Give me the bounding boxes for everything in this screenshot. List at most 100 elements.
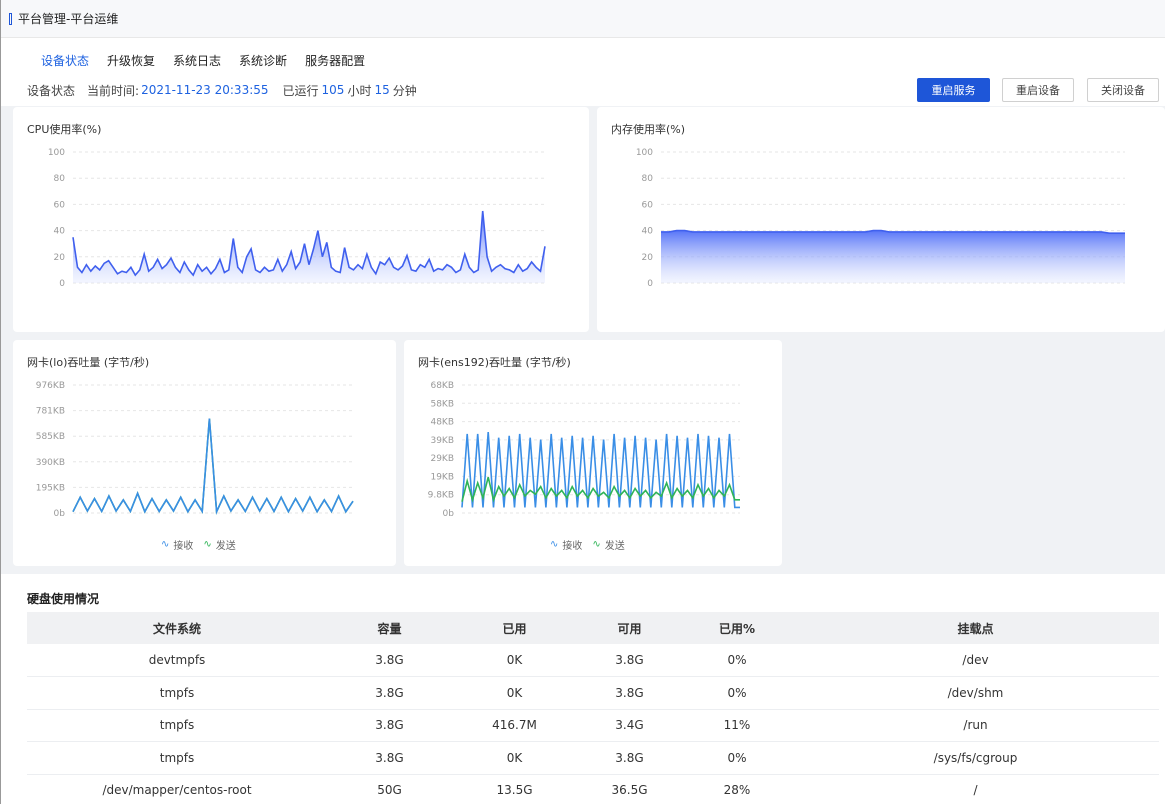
- col-used-percent: 已用%: [682, 612, 792, 644]
- col-used: 已用: [452, 612, 577, 644]
- wave-icon: ∿: [592, 539, 601, 550]
- cell-capacity: 50G: [327, 774, 452, 804]
- uptime-minutes: 15: [374, 83, 390, 97]
- table-row: /dev/mapper/centos-root 50G 13.5G 36.5G …: [27, 774, 1159, 804]
- cell-filesystem: tmpfs: [27, 741, 327, 775]
- wave-icon: ∿: [161, 539, 170, 550]
- memory-ytick-label: 0: [647, 279, 653, 289]
- status-label: 设备状态: [27, 83, 76, 98]
- current-time-label: 当前时间:: [87, 83, 140, 98]
- wave-icon: ∿: [550, 539, 559, 550]
- cell-filesystem: /dev/mapper/centos-root: [27, 774, 327, 804]
- lo-throughput-chart: 976KB 781KB 585KB 390KB 195KB 0b: [36, 381, 354, 519]
- cell-mount-point: /sys/fs/cgroup: [792, 741, 1159, 775]
- memory-area: [661, 230, 1125, 283]
- cell-filesystem: devtmpfs: [27, 644, 327, 677]
- cell-used: 416.7M: [452, 709, 577, 742]
- table-row: tmpfs 3.8G 0K 3.8G 0% /dev/shm: [27, 676, 1159, 710]
- memory-ytick-label: 100: [636, 148, 653, 158]
- ens192-throughput-panel: 网卡(ens192)吞吐量 (字节/秒) 68KB 58KB 48KB 39KB 29K…: [404, 340, 782, 566]
- cell-capacity: 3.8G: [327, 676, 452, 710]
- disk-usage-panel: 硬盘使用情况 文件系统 容量 已用 可用 已用% 挂载点 devtmpfs 3.…: [1, 574, 1165, 804]
- cell-filesystem: tmpfs: [27, 709, 327, 742]
- cell-available: 3.4G: [577, 709, 682, 742]
- disk-usage-table: 文件系统 容量 已用 可用 已用% 挂载点 devtmpfs 3.8G 0K 3…: [27, 612, 1159, 804]
- ens192-ytick-label: 0b: [443, 509, 455, 519]
- cell-used: 13.5G: [452, 774, 577, 804]
- cpu-ytick-label: 40: [54, 227, 66, 237]
- lo-series-line: [72, 418, 354, 515]
- page-titlebar: 平台管理-平台运维: [1, 0, 1165, 38]
- table-row: tmpfs 3.8G 0K 3.8G 0% /sys/fs/cgroup: [27, 741, 1159, 775]
- cpu-ytick-label: 60: [54, 200, 66, 210]
- cell-mount-point: /: [792, 774, 1159, 804]
- cpu-ytick-label: 80: [54, 174, 66, 184]
- cell-available: 36.5G: [577, 774, 682, 804]
- cell-used-percent: 11%: [682, 709, 792, 742]
- cell-used: 0K: [452, 644, 577, 677]
- table-row: tmpfs 3.8G 416.7M 3.4G 11% /run: [27, 709, 1159, 742]
- current-time-value: 2021-11-23 20:33:55: [141, 83, 269, 97]
- col-filesystem: 文件系统: [27, 612, 327, 644]
- lo-ytick-label: 976KB: [36, 381, 65, 391]
- lo-ytick-label: 390KB: [36, 458, 65, 468]
- lo-legend: ∿ 接收 ∿ 发送: [161, 537, 236, 552]
- ens192-ytick-label: 19KB: [430, 472, 454, 482]
- cell-available: 3.8G: [577, 741, 682, 775]
- ens192-ytick-label: 68KB: [430, 381, 454, 391]
- lo-legend-send[interactable]: ∿ 发送: [203, 537, 235, 552]
- cell-available: 3.8G: [577, 676, 682, 710]
- lo-ytick-label: 195KB: [36, 483, 65, 493]
- cell-used: 0K: [452, 741, 577, 775]
- col-mount-point: 挂载点: [792, 612, 1159, 644]
- ens192-ytick-label: 9.8KB: [428, 491, 454, 501]
- cell-mount-point: /run: [792, 709, 1159, 742]
- ens192-ytick-label: 58KB: [430, 399, 454, 409]
- tabs-bar: 设备状态 升级恢复 系统日志 系统诊断 服务器配置: [1, 38, 1165, 77]
- disk-usage-title: 硬盘使用情况: [27, 592, 100, 606]
- ens192-ytick-label: 48KB: [430, 418, 454, 428]
- memory-chart-panel: 内存使用率(%) 100 80 60 40 20 0: [597, 107, 1165, 332]
- title-mark-icon: [9, 12, 12, 25]
- cpu-chart: 100 80 60 40 20 0: [48, 148, 546, 289]
- cell-used: 0K: [452, 676, 577, 710]
- status-bar: 设备状态 当前时间: 2021-11-23 20:33:55 已运行 105 小…: [1, 74, 1165, 106]
- uptime-hours: 105: [321, 83, 345, 97]
- lo-ytick-label: 585KB: [36, 432, 65, 442]
- ens192-ytick-label: 39KB: [430, 436, 454, 446]
- lo-legend-recv[interactable]: ∿ 接收: [161, 537, 193, 552]
- cpu-ytick-label: 20: [54, 253, 66, 263]
- cell-used-percent: 0%: [682, 741, 792, 775]
- lo-ytick-label: 781KB: [36, 407, 65, 417]
- memory-ytick-label: 20: [642, 253, 654, 263]
- table-row: devtmpfs 3.8G 0K 3.8G 0% /dev: [27, 644, 1159, 677]
- restart-service-button[interactable]: 重启服务: [917, 78, 990, 102]
- col-available: 可用: [577, 612, 682, 644]
- ens192-legend-recv[interactable]: ∿ 接收: [550, 537, 582, 552]
- col-capacity: 容量: [327, 612, 452, 644]
- lo-throughput-panel: 网卡(lo)吞吐量 (字节/秒) 976KB 781KB 585KB 390KB 195…: [13, 340, 396, 566]
- memory-chart: 100 80 60 40 20 0: [636, 148, 1125, 289]
- cpu-ytick-label: 100: [48, 148, 65, 158]
- memory-ytick-label: 80: [642, 174, 654, 184]
- shutdown-device-button[interactable]: 关闭设备: [1087, 78, 1159, 102]
- ens192-legend-send[interactable]: ∿ 发送: [592, 537, 624, 552]
- page-title: 平台管理-平台运维: [18, 12, 119, 26]
- cell-available: 3.8G: [577, 644, 682, 677]
- cpu-chart-panel: CPU使用率(%) 100 80 60 40 20 0: [13, 107, 589, 332]
- cell-used-percent: 28%: [682, 774, 792, 804]
- restart-device-button[interactable]: 重启设备: [1002, 78, 1074, 102]
- cell-mount-point: /dev/shm: [792, 676, 1159, 710]
- lo-ytick-label: 0b: [54, 509, 66, 519]
- ens192-throughput-chart: 68KB 58KB 48KB 39KB 29KB 19KB 9.8KB 0b: [428, 381, 740, 519]
- ens192-ytick-label: 29KB: [430, 454, 454, 464]
- cell-filesystem: tmpfs: [27, 676, 327, 710]
- uptime-hours-unit: 小时: [347, 83, 372, 98]
- cpu-ytick-label: 0: [59, 279, 65, 289]
- table-header-row: 文件系统 容量 已用 可用 已用% 挂载点: [27, 612, 1159, 644]
- cell-capacity: 3.8G: [327, 709, 452, 742]
- cell-capacity: 3.8G: [327, 741, 452, 775]
- uptime-minutes-unit: 分钟: [392, 83, 417, 98]
- cell-used-percent: 0%: [682, 676, 792, 710]
- cell-capacity: 3.8G: [327, 644, 452, 677]
